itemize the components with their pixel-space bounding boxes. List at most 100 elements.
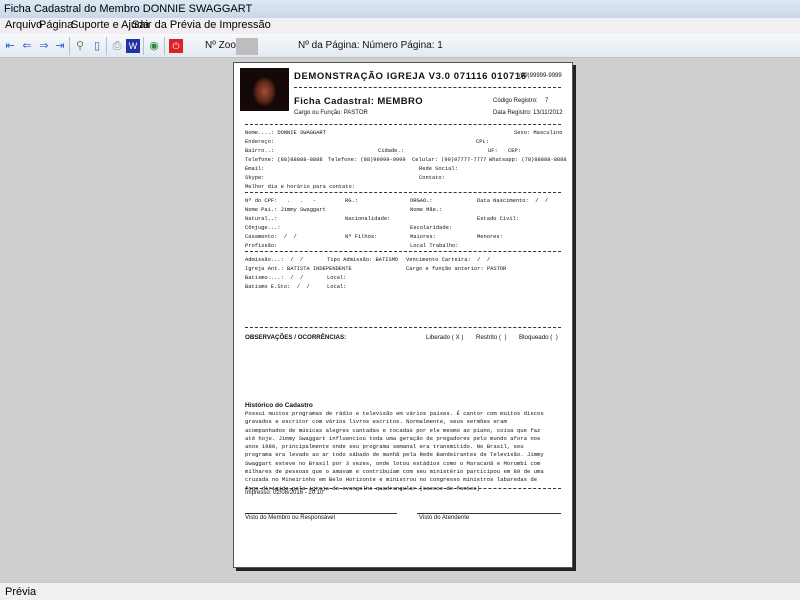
- window-title: Ficha Cadastral do Membro DONNIE SWAGGAR…: [0, 0, 800, 18]
- historico-line: anos 1980, principalmente onde seu progr…: [245, 443, 524, 451]
- divider: [245, 488, 561, 489]
- field-nascimento: Data Nascimento: / /: [477, 198, 549, 204]
- field-filhos: Nº Filhos:: [345, 234, 378, 240]
- first-page-icon[interactable]: ⇤: [3, 39, 17, 53]
- field-rg: RG.:: [345, 198, 358, 204]
- historico-line: acompanhados de músicas alegres cantadas…: [245, 426, 541, 434]
- historico-line: Swaggart esteve no Brasil por 3 vezes, o…: [245, 459, 541, 467]
- field-telefone-2: Telefone: (88)99999-9999: [328, 157, 406, 163]
- field-uf: UF:: [488, 148, 498, 154]
- separator: [106, 37, 107, 55]
- historico-line: cruzada no Mineirinho em Belo Horizonte …: [245, 476, 538, 484]
- field-contato: Contato:: [419, 175, 445, 181]
- divider: [294, 87, 561, 88]
- close-preview-icon[interactable]: ⏻: [169, 39, 183, 53]
- report-title: DEMONSTRAÇÃO IGREJA V3.0 071116 010716: [294, 71, 527, 82]
- field-rede-social: Rede Social:: [419, 166, 458, 172]
- field-menores: Menores:: [477, 234, 503, 240]
- separator: [69, 37, 70, 55]
- field-batismo-es: Batismo E.Sto: / /: [245, 284, 310, 290]
- visto-membro-label: Visto do Membro ou Responsável: [245, 515, 335, 521]
- zoom-icon[interactable]: ⚲: [73, 39, 87, 53]
- field-local-trabalho: Local Trabalho:: [410, 243, 459, 249]
- field-cpf: Nº do CPF: . . -: [245, 198, 317, 204]
- field-nacionalidade: Nacionalidade:: [345, 216, 391, 222]
- page-number-label: Nº da Página: Número Página: 1: [298, 40, 443, 51]
- field-estado-civil: Estado Civil:: [477, 216, 520, 222]
- field-vencimento: Vencimento Carteira: / /: [406, 257, 491, 263]
- divider: [245, 251, 561, 252]
- historico-line: Possui muitos programas de rádio e telev…: [245, 410, 544, 417]
- divider: [245, 327, 561, 328]
- next-page-icon[interactable]: ⇒: [37, 39, 51, 53]
- field-cep: CEP:: [508, 148, 521, 154]
- impresso-date: Impresso: 02/08/2016 - 20:10: [245, 490, 324, 496]
- field-cargo-anterior: Cargo e função anterior: PASTOR: [406, 266, 507, 272]
- status-bar: Prévia: [0, 582, 800, 600]
- print-icon[interactable]: ⎙: [110, 39, 124, 53]
- field-orgao: ORGAO.:: [410, 198, 433, 204]
- status-restrito: Restrito ( ): [476, 334, 507, 341]
- historico-line: até hoje. Jimmy Swaggart influenciou tod…: [245, 434, 541, 442]
- divider: [245, 192, 561, 193]
- field-casamento: Casamento: / /: [245, 234, 297, 240]
- field-nome-pai: Nome Pai.: Jimmy Swaggart: [245, 207, 326, 213]
- field-nome: Nome....: DONNIE SWAGGART: [245, 130, 326, 136]
- field-whatsapp: Whatsapp: (78)88888-8888: [489, 157, 567, 163]
- menu-arquivo[interactable]: Arquivo: [5, 19, 42, 31]
- globe-export-icon[interactable]: ◉: [147, 39, 161, 53]
- historico-line: milhares de pessoas que o amavam e contr…: [245, 468, 544, 476]
- field-melhor-horario: Melhor dia e horário para contato:: [245, 184, 355, 190]
- field-profissao: Profissão:: [245, 243, 278, 249]
- field-sexo: Sexo: Masculino: [514, 130, 563, 136]
- separator: [143, 37, 144, 55]
- field-admissao: Admissão...: / /: [245, 257, 304, 263]
- codigo-value: 7: [545, 98, 549, 104]
- historico-line: programa era levado ao ar todo sábado de…: [245, 451, 544, 459]
- prev-page-icon[interactable]: ⇐: [20, 39, 34, 53]
- zoom-input[interactable]: [236, 38, 258, 55]
- status-bloqueado: Bloqueado ( ): [519, 334, 558, 341]
- signature-line-membro: [245, 513, 397, 514]
- member-photo: [240, 68, 289, 111]
- word-export-icon[interactable]: W: [126, 39, 140, 53]
- field-telefone-1: Telefone: (88)88888-8888: [245, 157, 323, 163]
- visto-atendente-label: Visto do Atendente: [419, 515, 470, 521]
- status-liberado: Liberado ( X ): [426, 334, 464, 341]
- page-view-icon[interactable]: ▯: [90, 39, 104, 53]
- field-local-batismo: Local:: [327, 275, 347, 281]
- field-celular: Celular: (99)97777-7777: [412, 157, 487, 163]
- field-natural: Natural..:: [245, 216, 278, 222]
- field-maiores: Maiores:: [410, 234, 436, 240]
- field-bairro: Bairro..:: [245, 148, 275, 154]
- separator: [164, 37, 165, 55]
- field-skype: Skype:: [245, 175, 265, 181]
- menu-sair[interactable]: Sair da Prévia de Impressão: [132, 19, 271, 31]
- data-registro: Data Registro: 13/11/2012: [493, 110, 563, 116]
- divider: [245, 124, 561, 125]
- menu-bar: Arquivo Página Suporte e Ajuda Sair da P…: [0, 18, 800, 34]
- historico-line: gravados e escritor com vários livros es…: [245, 418, 507, 426]
- historico-text: Possui muitos programas de rádio e telev…: [245, 410, 544, 493]
- last-page-icon[interactable]: ⇥: [53, 39, 67, 53]
- historico-heading: Histórico do Cadastro: [245, 402, 313, 409]
- field-local-batismo-es: Local:: [327, 284, 347, 290]
- codigo-label: Código Registro:: [493, 98, 538, 104]
- field-nome-mae: Nome Mãe.:: [410, 207, 443, 213]
- field-igreja-anterior: Igreja Ant.: BATISTA INDEPENDENTE: [245, 266, 352, 272]
- field-conjuge: Cônjuge...:: [245, 225, 281, 231]
- field-email: Email:: [245, 166, 265, 172]
- cargo-funcao: Cargo ou Função: PASTOR: [294, 110, 368, 116]
- menu-pagina[interactable]: Página: [39, 19, 73, 31]
- report-subtitle: Ficha Cadastral: MEMBRO: [294, 96, 424, 107]
- field-endereco: Endereço:: [245, 139, 275, 145]
- church-phone: (99)99999-9999: [519, 73, 562, 79]
- report-page: DEMONSTRAÇÃO IGREJA V3.0 071116 010716 (…: [233, 62, 573, 568]
- toolbar: ⇤ ⇐ ⇒ ⇥ ⚲ ▯ ⎙ W ◉ ⏻ Nº Zoom Nº da Página…: [0, 34, 800, 58]
- field-batismo: Batismo....: / /: [245, 275, 304, 281]
- field-cpl: CPL:: [476, 139, 489, 145]
- field-escolaridade: Escolaridade:: [410, 225, 453, 231]
- field-tipo-admissao: Tipo Admissão: BATISMO: [327, 257, 399, 263]
- field-cidade: Cidade.:: [378, 148, 404, 154]
- observacoes-heading: OBSERVAÇÕES / OCORRÊNCIAS:: [245, 334, 347, 341]
